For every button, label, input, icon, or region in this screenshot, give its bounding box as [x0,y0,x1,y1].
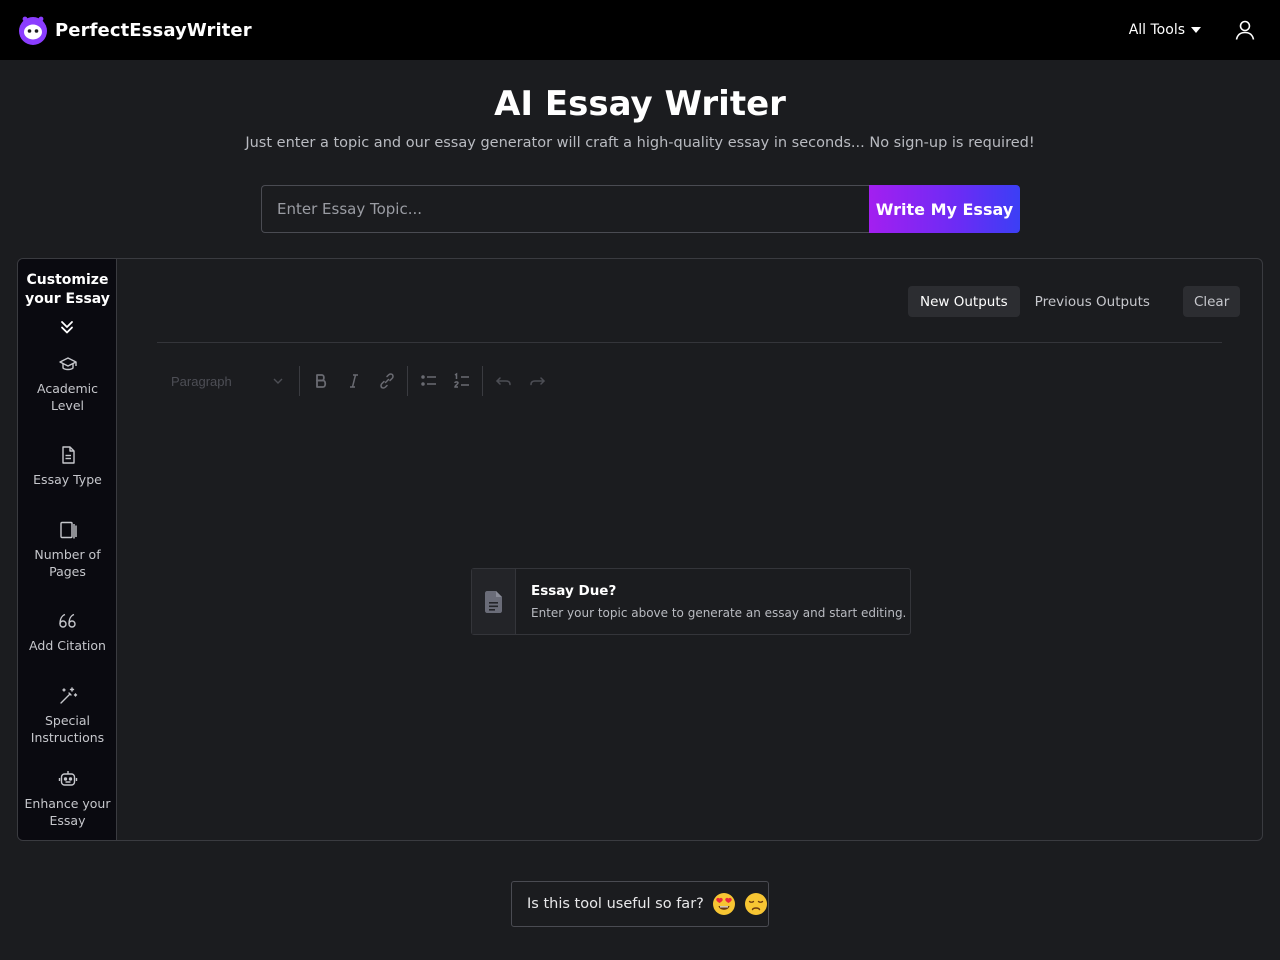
link-button[interactable] [370,366,403,396]
clear-button[interactable]: Clear [1182,286,1241,317]
notice-title: Essay Due? [531,583,617,599]
page-title: AI Essay Writer [494,84,786,124]
sidebar-item-academic-level[interactable]: Academic Level [18,354,117,414]
sidebar-item-essay-type[interactable]: Essay Type [18,445,117,488]
toolbar-separator [482,366,483,396]
top-navbar: PerfectEssayWriter All Tools [0,0,1280,60]
disappointed-emoji-icon[interactable] [744,892,768,916]
block-format-select[interactable]: Paragraph [157,366,295,396]
document-icon [61,446,75,464]
numbered-list-icon [453,372,469,388]
quote-icon [58,613,76,628]
tab-previous-outputs[interactable]: Previous Outputs [1023,286,1162,317]
all-tools-label: All Tools [1128,22,1185,38]
feedback-widget: Is this tool useful so far? [511,881,769,927]
sidebar-item-label: Special Instructions [30,713,105,745]
essay-workspace: Customize your Essay Academic Level Essa… [17,258,1263,841]
block-format-value: Paragraph [171,373,232,389]
notice-icon-box [472,569,516,634]
bold-icon [315,374,326,388]
sidebar-item-enhance-essay[interactable]: Enhance your Essay [18,769,117,829]
undo-button[interactable] [487,366,520,396]
sidebar-item-number-of-pages[interactable]: Number of Pages [18,520,117,580]
bullet-list-button[interactable] [412,366,445,396]
sidebar-item-label: Academic Level [36,381,98,413]
editor-toolbar: Paragraph [157,365,553,397]
magic-wand-icon [59,687,77,704]
bold-button[interactable] [304,366,337,396]
sidebar-item-label: Essay Type [33,472,102,487]
tab-new-outputs[interactable]: New Outputs [908,286,1020,317]
notice-text: Enter your topic above to generate an es… [531,606,907,620]
empty-state-notice: Essay Due? Enter your topic above to gen… [471,568,911,635]
redo-button[interactable] [520,366,553,396]
user-account-icon[interactable] [1233,18,1257,42]
link-icon [379,373,394,389]
editor-divider [157,342,1222,343]
pages-icon [59,521,77,539]
logo-icon [19,16,47,45]
feedback-question: Is this tool useful so far? [527,896,704,912]
brand-logo[interactable]: PerfectEssayWriter [17,14,252,46]
caret-down-icon [1191,27,1201,33]
bullet-list-icon [420,375,436,386]
write-my-essay-button[interactable]: Write My Essay [869,185,1020,233]
sidebar-item-label: Number of Pages [34,547,101,579]
graduation-cap-icon [58,357,77,371]
brand-name: PerfectEssayWriter [55,19,252,41]
customize-sidebar: Customize your Essay Academic Level Essa… [18,259,117,840]
page-subtitle: Just enter a topic and our essay generat… [245,135,1035,151]
undo-icon [495,377,511,386]
italic-icon [349,374,358,388]
sidebar-title: Customize your Essay [25,272,110,307]
all-tools-menu[interactable]: All Tools [1129,22,1201,38]
italic-button[interactable] [337,366,370,396]
toolbar-separator [407,366,408,396]
numbered-list-button[interactable] [445,366,478,396]
essay-topic-input[interactable] [261,185,869,233]
heart-eyes-emoji-icon[interactable] [712,892,736,916]
toolbar-separator [299,366,300,396]
sidebar-item-label: Add Citation [29,638,106,653]
output-tabs: New Outputs Previous Outputs Clear [908,286,1241,317]
topic-form: Write My Essay [261,185,1020,233]
sidebar-item-add-citation[interactable]: Add Citation [18,611,117,654]
chevron-down-icon [273,378,283,384]
double-chevron-down-icon[interactable] [59,319,75,335]
sidebar-item-special-instructions[interactable]: Special Instructions [18,686,117,746]
redo-icon [529,377,545,386]
robot-icon [58,771,77,786]
file-text-icon [484,590,502,613]
sidebar-item-label: Enhance your Essay [24,796,111,828]
